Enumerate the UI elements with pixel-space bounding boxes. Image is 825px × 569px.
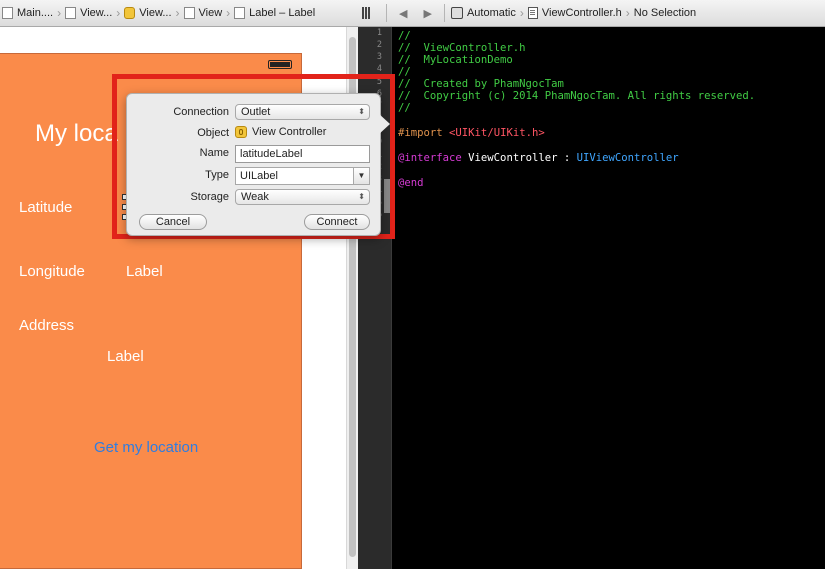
toolbar-divider: [443, 4, 445, 22]
back-arrow-icon[interactable]: ◀: [391, 7, 415, 20]
scene-icon: [65, 7, 77, 19]
crumb-label: View...: [139, 7, 172, 19]
connection-row: Connection Outlet ⬍: [127, 104, 380, 122]
breadcrumb-separator-icon: ›: [625, 6, 630, 20]
superclass-name: UIViewController: [576, 152, 679, 164]
import-path: <UIKit/UIKit.h>: [449, 127, 545, 139]
address-label[interactable]: Address: [19, 317, 74, 334]
storage-row: Storage Weak ⬍: [127, 189, 380, 207]
code-line: //: [398, 30, 411, 42]
address-value-label[interactable]: Label: [107, 348, 144, 365]
name-field[interactable]: latitudeLabel: [235, 145, 370, 163]
crumb-label: Label – Label: [249, 7, 316, 19]
storage-popup[interactable]: Weak ⬍: [235, 189, 370, 205]
crumb-main-storyboard[interactable]: Main....: [0, 7, 55, 19]
name-row: Name latitudeLabel: [127, 145, 380, 163]
code-line-import: #import <UIKit/UIKit.h>: [398, 127, 545, 139]
crumb-label: No Selection: [633, 7, 697, 19]
crumb-label: Automatic: [466, 7, 516, 19]
crumb-view-controller[interactable]: View...: [122, 7, 173, 19]
crumb-file[interactable]: ViewController.h: [526, 7, 624, 19]
connection-value: Outlet: [241, 106, 271, 118]
line-number: 4: [376, 64, 382, 74]
line-number: 1: [376, 28, 382, 38]
storyboard-jump-bar: Main.... › View... › View... › View › La…: [0, 0, 358, 27]
connection-popup[interactable]: Outlet ⬍: [235, 104, 370, 120]
assistant-editor-jump-bar: ◀ ▶ Automatic › ViewController.h › No Se…: [358, 0, 825, 27]
scene-title-label[interactable]: My loca: [35, 120, 118, 148]
view-controller-icon: [124, 7, 136, 19]
crumb-view-controller-scene[interactable]: View...: [63, 7, 114, 19]
crumb-view[interactable]: View: [182, 7, 225, 19]
crumb-label: View: [198, 7, 223, 19]
storage-value: Weak: [241, 191, 269, 203]
up-down-chevron-icon: ⬍: [358, 107, 365, 116]
type-value: UILabel: [240, 170, 278, 182]
storage-label: Storage: [190, 191, 229, 203]
import-directive: #import: [398, 127, 443, 139]
object-row: Object View Controller: [127, 125, 380, 143]
object-label: Object: [197, 127, 229, 139]
breadcrumb-separator-icon: ›: [226, 6, 231, 20]
name-field-value: latitudeLabel: [240, 148, 303, 160]
connect-button[interactable]: Connect: [304, 214, 370, 230]
code-line: // Copyright (c) 2014 PhamNgocTam. All r…: [398, 90, 756, 102]
crumb-label: Main....: [17, 7, 54, 19]
type-combobox[interactable]: UILabel ▼: [235, 167, 370, 185]
up-down-chevron-icon: ⬍: [358, 192, 365, 201]
name-label: Name: [199, 147, 229, 159]
line-number: 2: [376, 40, 382, 50]
view-controller-icon: [235, 126, 247, 138]
breadcrumb-separator-icon: ›: [116, 6, 121, 20]
header-file-icon: [527, 7, 538, 19]
breadcrumb-separator-icon: ›: [519, 6, 524, 20]
code-line: //: [398, 102, 411, 114]
get-my-location-button[interactable]: Get my location: [94, 439, 198, 456]
cancel-button[interactable]: Cancel: [139, 214, 207, 230]
storyboard-file-icon: [2, 7, 13, 19]
longitude-label[interactable]: Longitude: [19, 263, 85, 280]
interface-keyword: @interface: [398, 152, 462, 164]
crumb-selection[interactable]: No Selection: [632, 7, 698, 19]
type-label: Type: [205, 169, 229, 181]
crumb-label: View...: [80, 7, 113, 19]
object-value-text: View Controller: [252, 126, 327, 138]
chevron-down-icon[interactable]: ▼: [353, 168, 369, 184]
label-icon: [234, 7, 246, 19]
latitude-label[interactable]: Latitude: [19, 199, 72, 216]
line-number: 5: [376, 77, 382, 87]
toolbar-divider: [386, 4, 387, 22]
breadcrumb-separator-icon: ›: [57, 6, 62, 20]
popover-arrow: [378, 113, 390, 135]
line-number: 3: [376, 52, 382, 62]
related-items-grid-icon[interactable]: [362, 7, 376, 19]
code-line: // MyLocationDemo: [398, 54, 513, 66]
code-line-interface: @interface ViewController : UIViewContro…: [398, 152, 679, 164]
code-line: //: [398, 66, 411, 78]
crumb-label: ViewController.h: [541, 7, 622, 19]
type-row: Type UILabel ▼: [127, 167, 380, 185]
class-declaration: ViewController :: [468, 152, 577, 164]
forward-arrow-icon[interactable]: ▶: [415, 7, 439, 20]
outlet-connection-marker[interactable]: [384, 179, 391, 213]
longitude-value-label[interactable]: Label: [126, 263, 163, 280]
outlet-connection-popover: Connection Outlet ⬍ Object View Controlle…: [126, 93, 381, 236]
crumb-automatic[interactable]: Automatic: [449, 7, 518, 19]
battery-icon: [268, 60, 292, 69]
code-line: // Created by PhamNgocTam: [398, 78, 564, 90]
view-icon: [183, 7, 195, 19]
breadcrumb-separator-icon: ›: [175, 6, 180, 20]
code-editor[interactable]: // // ViewController.h // MyLocationDemo…: [392, 27, 825, 569]
crumb-label-label[interactable]: Label – Label: [232, 7, 317, 19]
object-value: View Controller: [235, 126, 326, 138]
automatic-mode-icon: [450, 7, 463, 19]
code-line: // ViewController.h: [398, 42, 526, 54]
code-line-end: @end: [398, 177, 424, 189]
connection-label: Connection: [173, 106, 229, 118]
